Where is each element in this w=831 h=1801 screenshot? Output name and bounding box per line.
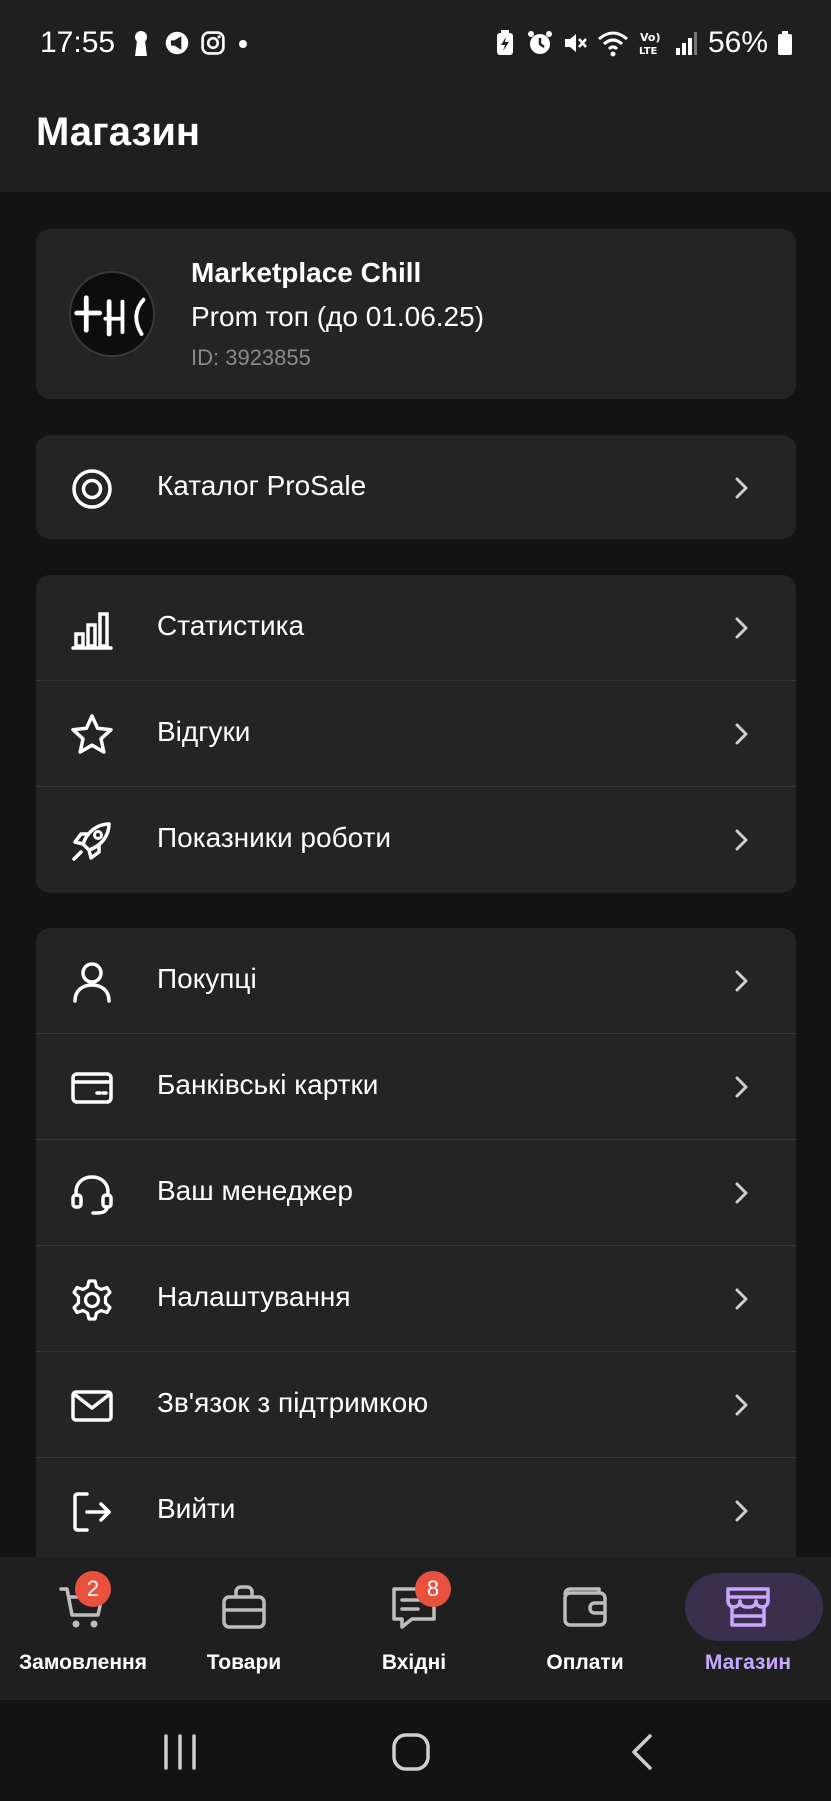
- svg-text:Vo): Vo): [640, 31, 661, 44]
- keyhole-icon: [128, 28, 154, 58]
- nav-products[interactable]: Товари: [161, 1557, 327, 1700]
- nav-inbox[interactable]: 8 Вхідні: [331, 1557, 497, 1700]
- nav-store[interactable]: Магазин: [665, 1557, 831, 1700]
- battery-saver-icon: [492, 28, 518, 58]
- bag-icon: [218, 1581, 270, 1633]
- menu-item-label: Відгуки: [157, 716, 251, 747]
- menu-item-performance[interactable]: Показники роботи: [36, 787, 796, 893]
- menu-item-statistics[interactable]: Статистика: [36, 575, 796, 681]
- nav-label: Вхідні: [381, 1651, 447, 1674]
- megaphone-icon: [164, 28, 190, 58]
- chevron-right-icon: [728, 1284, 756, 1314]
- shop-logo-avatar: [69, 271, 155, 357]
- home-icon[interactable]: [389, 1730, 433, 1774]
- bottom-navigation: 2 Замовлення Товари 8 Вхідні Оплати Мага…: [0, 1557, 831, 1700]
- chevron-right-icon: [728, 1390, 756, 1420]
- chevron-right-icon: [728, 613, 756, 643]
- nav-label: Товари: [206, 1651, 282, 1674]
- menu-item-label: Показники роботи: [157, 822, 392, 853]
- store-icon: [722, 1581, 774, 1633]
- chevron-right-icon: [728, 1496, 756, 1526]
- app-header: Магазин: [0, 90, 831, 192]
- menu-group-account: Покупці Банківські картки Ваш менеджер Н…: [36, 928, 796, 1568]
- chevron-right-icon: [728, 966, 756, 996]
- status-system-icons: Vo) LTE 56%: [492, 26, 793, 60]
- logout-icon: [69, 1489, 115, 1535]
- chevron-right-icon: [728, 473, 756, 503]
- chevron-right-icon: [728, 1178, 756, 1208]
- instagram-icon: [200, 28, 226, 58]
- recent-apps-icon[interactable]: [158, 1730, 202, 1774]
- shop-plan: Prom топ (до 01.06.25): [191, 301, 485, 332]
- system-navigation-bar: [0, 1700, 831, 1801]
- inbox-badge: 8: [415, 1571, 451, 1607]
- star-icon: [69, 712, 115, 758]
- mute-icon: [562, 28, 588, 58]
- wallet-icon: [559, 1581, 611, 1633]
- shop-id: ID: 3923855: [191, 345, 311, 370]
- menu-item-customers[interactable]: Покупці: [36, 928, 796, 1034]
- svg-text:LTE: LTE: [639, 46, 658, 57]
- shop-card[interactable]: Marketplace Chill Prom топ (до 01.06.25)…: [36, 229, 796, 399]
- wifi-icon: [597, 28, 629, 58]
- menu-group-analytics: Статистика Відгуки Показники роботи: [36, 575, 796, 893]
- menu-group-catalog: Каталог ProSale: [36, 435, 796, 539]
- nav-label: Оплати: [546, 1651, 624, 1674]
- volte-icon: Vo) LTE: [638, 28, 664, 58]
- rocket-icon: [69, 818, 115, 864]
- menu-item-catalog-prosale[interactable]: Каталог ProSale: [36, 435, 796, 539]
- bar-chart-icon: [69, 606, 115, 652]
- status-bar: 17:55 Vo) LTE 56%: [0, 0, 831, 90]
- battery-icon: [777, 28, 793, 58]
- alarm-icon: [527, 28, 553, 58]
- more-notifications-dot-icon: [236, 28, 250, 58]
- gear-icon: [69, 1277, 115, 1323]
- menu-item-label: Вийти: [157, 1493, 236, 1524]
- chevron-right-icon: [728, 825, 756, 855]
- user-icon: [69, 959, 115, 1005]
- menu-item-label: Налаштування: [157, 1281, 351, 1312]
- menu-item-reviews[interactable]: Відгуки: [36, 681, 796, 787]
- status-time: 17:55: [40, 26, 116, 59]
- menu-item-manager[interactable]: Ваш менеджер: [36, 1140, 796, 1246]
- nav-orders[interactable]: 2 Замовлення: [0, 1557, 166, 1700]
- menu-item-bank-cards[interactable]: Банківські картки: [36, 1034, 796, 1140]
- shop-name: Marketplace Chill: [191, 257, 422, 288]
- status-notification-icons: [128, 28, 250, 58]
- page-title: Магазин: [36, 110, 201, 154]
- nav-label: Замовлення: [19, 1651, 147, 1674]
- back-icon[interactable]: [622, 1730, 666, 1774]
- nav-payments[interactable]: Оплати: [502, 1557, 668, 1700]
- menu-item-label: Покупці: [157, 963, 257, 994]
- menu-item-label: Зв'язок з підтримкою: [157, 1387, 429, 1418]
- menu-item-logout[interactable]: Вийти: [36, 1458, 796, 1564]
- target-icon: [69, 466, 115, 512]
- nav-label: Магазин: [704, 1651, 792, 1674]
- menu-item-label: Каталог ProSale: [157, 470, 367, 501]
- chevron-right-icon: [728, 719, 756, 749]
- menu-item-label: Банківські картки: [157, 1069, 379, 1100]
- mail-icon: [69, 1383, 115, 1429]
- menu-item-label: Статистика: [157, 610, 305, 641]
- menu-item-label: Ваш менеджер: [157, 1175, 353, 1206]
- credit-card-icon: [69, 1065, 115, 1111]
- signal-icon: [673, 28, 699, 58]
- orders-badge: 2: [75, 1571, 111, 1607]
- menu-item-settings[interactable]: Налаштування: [36, 1246, 796, 1352]
- chevron-right-icon: [728, 1072, 756, 1102]
- menu-item-support[interactable]: Зв'язок з підтримкою: [36, 1352, 796, 1458]
- headset-icon: [69, 1171, 115, 1217]
- battery-percent: 56%: [707, 26, 768, 59]
